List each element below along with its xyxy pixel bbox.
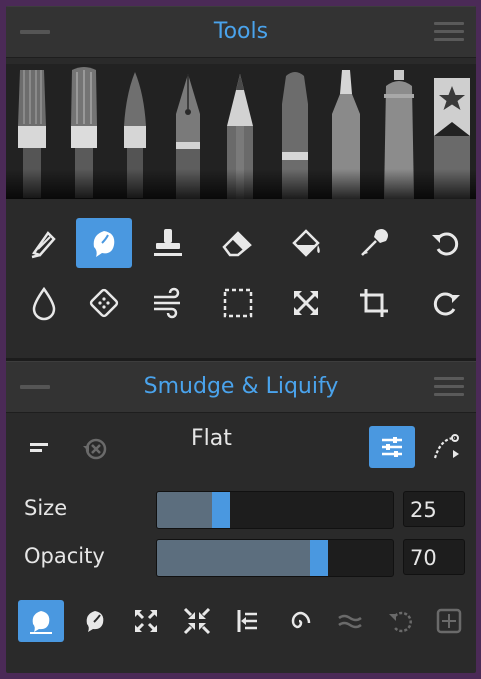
app-window: Tools Smudge & Liquify Flat Size 25 Opac… xyxy=(6,6,476,673)
expand-icon xyxy=(135,610,157,632)
expand-button[interactable] xyxy=(123,600,169,642)
undo-button[interactable] xyxy=(418,218,474,268)
shrink-button[interactable] xyxy=(174,600,220,642)
shrink-icon xyxy=(183,607,211,635)
size-slider[interactable] xyxy=(156,491,394,529)
transform-icon xyxy=(294,291,318,315)
opacity-label: Opacity xyxy=(24,544,105,568)
size-input[interactable]: 25 xyxy=(403,491,465,527)
redo-button[interactable] xyxy=(418,278,474,328)
crop-icon xyxy=(360,289,388,317)
restore-icon xyxy=(389,611,412,633)
water-drop-icon xyxy=(32,286,56,321)
curve-icon xyxy=(433,434,459,459)
crop-tool[interactable] xyxy=(346,278,402,328)
smudge-panel-title: Smudge & Liquify xyxy=(143,374,339,399)
undo-icon xyxy=(432,232,459,256)
paint-brush-icon xyxy=(31,231,56,259)
brush-strip xyxy=(6,64,476,199)
pattern-tool[interactable] xyxy=(76,278,132,328)
opacity-slider[interactable] xyxy=(156,539,394,577)
push-button[interactable] xyxy=(225,600,271,642)
mode-list-button[interactable] xyxy=(18,428,64,470)
swirl-button[interactable] xyxy=(276,600,322,642)
eraser-tool[interactable] xyxy=(210,218,266,268)
smudge-icon xyxy=(93,231,115,257)
pressure-curve-button[interactable] xyxy=(423,426,469,468)
fill-tool[interactable] xyxy=(278,218,334,268)
restore-icon xyxy=(83,438,107,460)
stamp-tool[interactable] xyxy=(140,218,196,268)
wind-icon xyxy=(154,287,180,319)
selection-icon xyxy=(223,288,253,318)
smudge-panel-header: Smudge & Liquify xyxy=(6,361,476,413)
smudge-mode-button[interactable] xyxy=(18,600,64,642)
wave-icon xyxy=(338,614,362,629)
align-left-icon xyxy=(30,443,48,452)
align-icon xyxy=(237,610,257,632)
reset-button[interactable] xyxy=(426,600,472,642)
tools-panel-header: Tools xyxy=(6,6,476,58)
smudge-mode-icon xyxy=(30,611,52,634)
redo-icon xyxy=(433,292,460,316)
tools-panel-title: Tools xyxy=(213,19,269,44)
paint-brush-tool[interactable] xyxy=(16,218,72,268)
blend-mode-icon xyxy=(86,611,104,632)
opacity-input[interactable]: 70 xyxy=(403,539,465,575)
restore-button[interactable] xyxy=(378,600,424,642)
blend-mode-button[interactable] xyxy=(72,600,118,642)
size-slider-thumb[interactable] xyxy=(212,492,230,528)
transform-tool[interactable] xyxy=(278,278,334,328)
swirl-icon xyxy=(291,611,311,629)
menu-icon[interactable] xyxy=(434,377,464,397)
eraser-icon xyxy=(222,231,252,257)
sliders-icon xyxy=(382,437,402,457)
wind-tool[interactable] xyxy=(140,278,196,328)
reset-icon xyxy=(436,608,462,634)
settings-button[interactable] xyxy=(369,426,415,468)
eyedropper-icon xyxy=(361,229,388,256)
smudge-tool[interactable] xyxy=(76,218,132,268)
pattern-icon xyxy=(89,288,119,318)
mode-value[interactable]: Flat xyxy=(191,426,232,451)
wave-button[interactable] xyxy=(327,600,373,642)
water-tool[interactable] xyxy=(16,278,72,328)
reset-mode-button[interactable] xyxy=(72,428,118,470)
eyedropper-tool[interactable] xyxy=(346,218,402,268)
stamp-icon xyxy=(154,229,182,256)
selection-tool[interactable] xyxy=(210,278,266,328)
opacity-slider-thumb[interactable] xyxy=(310,540,328,576)
size-label: Size xyxy=(24,496,68,520)
menu-icon[interactable] xyxy=(434,22,464,42)
fill-bucket-icon xyxy=(292,229,320,257)
